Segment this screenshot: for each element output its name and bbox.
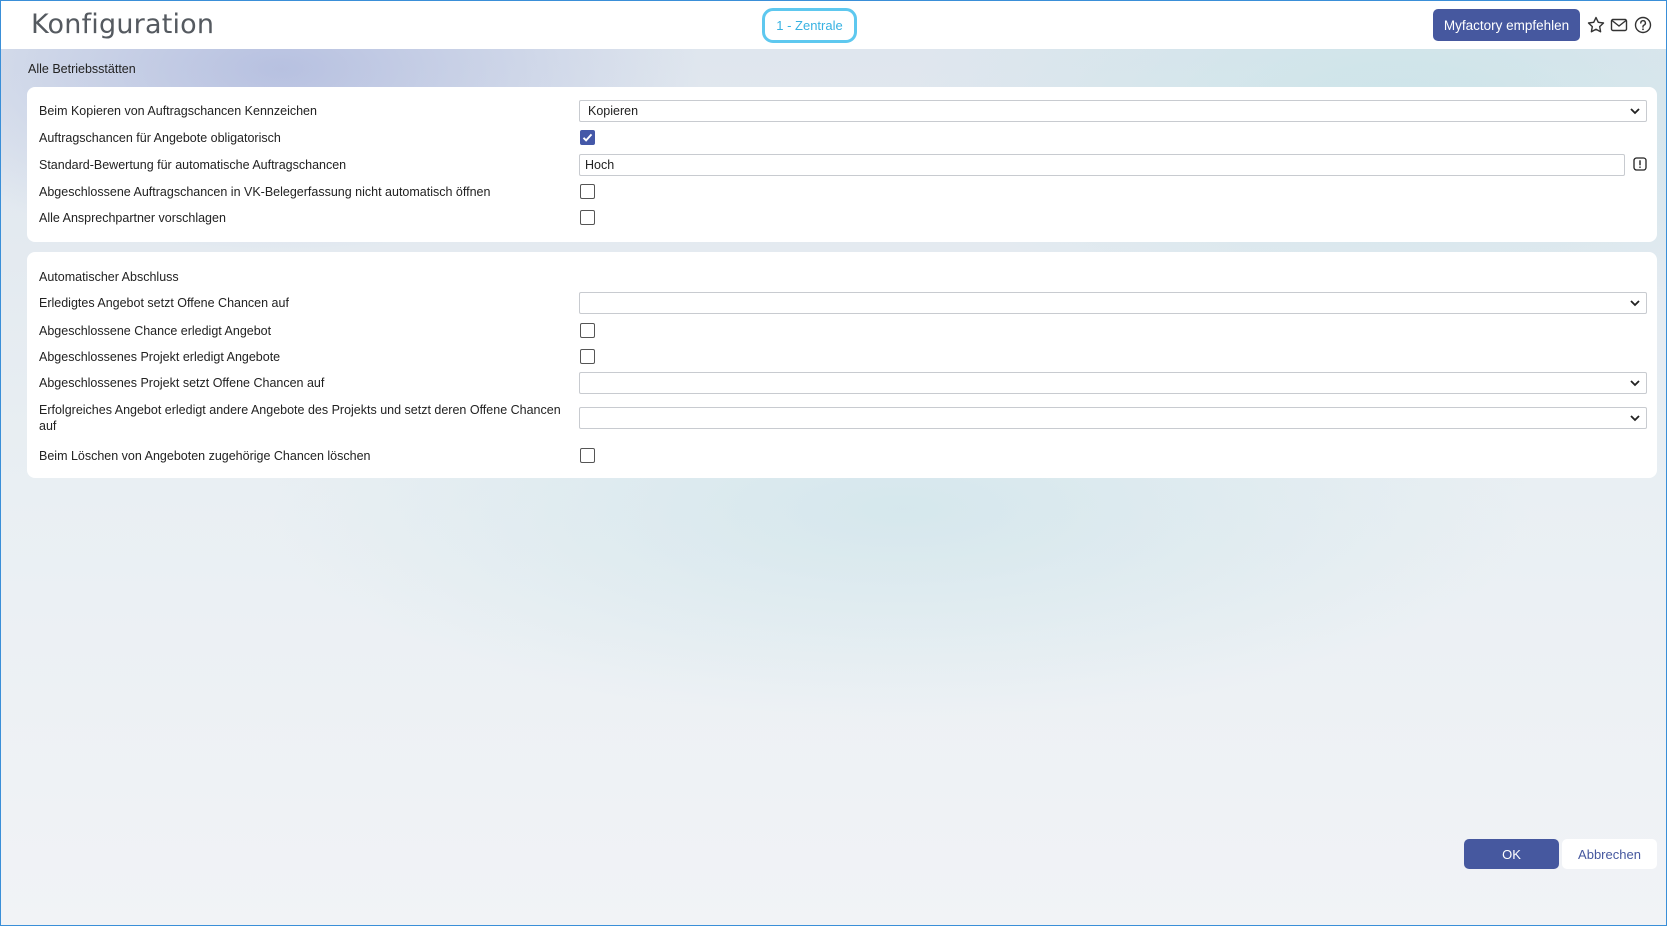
setting-label: Abgeschlossenes Projekt setzt Offene Cha… — [39, 376, 325, 390]
setting-label: Erfolgreiches Angebot erledigt andere An… — [39, 403, 561, 433]
setting-label: Beim Kopieren von Auftragschancen Kennze… — [39, 104, 317, 118]
all-contacts-checkbox[interactable] — [580, 210, 595, 225]
recommend-button[interactable]: Myfactory empfehlen — [1433, 9, 1580, 41]
panel-heading: Automatischer Abschluss — [39, 270, 179, 284]
ok-button[interactable]: OK — [1464, 839, 1559, 869]
setting-row: Alle Ansprechpartner vorschlagen — [39, 205, 1649, 231]
star-icon[interactable] — [1586, 15, 1606, 35]
setting-row: Abgeschlossene Auftragschancen in VK-Bel… — [39, 179, 1649, 205]
setting-row: Beim Löschen von Angeboten zugehörige Ch… — [39, 443, 1649, 469]
setting-label: Auftragschancen für Angebote obligatoris… — [39, 131, 281, 145]
completed-offer-select[interactable] — [579, 292, 1647, 314]
auto-close-panel: Automatischer Abschluss Erledigtes Angeb… — [27, 252, 1657, 478]
section-label: Alle Betriebsstätten — [28, 62, 136, 76]
mandatory-chances-checkbox[interactable] — [580, 130, 595, 145]
setting-row: Erledigtes Angebot setzt Offene Chancen … — [39, 290, 1649, 316]
setting-row: Auftragschancen für Angebote obligatoris… — [39, 125, 1649, 151]
closed-chance-checkbox[interactable] — [580, 323, 595, 338]
alert-icon[interactable] — [1633, 157, 1647, 171]
setting-label: Alle Ansprechpartner vorschlagen — [39, 211, 226, 225]
mail-icon[interactable] — [1609, 15, 1629, 35]
copy-flag-select[interactable]: Kopieren — [579, 100, 1647, 122]
setting-label: Abgeschlossene Auftragschancen in VK-Bel… — [39, 185, 491, 199]
successful-offer-select[interactable] — [579, 407, 1647, 429]
chevron-down-icon — [1630, 415, 1640, 422]
help-icon[interactable] — [1633, 15, 1653, 35]
content-area: Alle Betriebsstätten Beim Kopieren von A… — [1, 49, 1666, 925]
delete-chances-checkbox[interactable] — [580, 448, 595, 463]
general-settings-panel: Beim Kopieren von Auftragschancen Kennze… — [27, 87, 1657, 242]
config-window: Konfiguration 1 - Zentrale Myfactory emp… — [0, 0, 1667, 926]
closed-chances-checkbox[interactable] — [580, 184, 595, 199]
setting-row: Abgeschlossenes Projekt setzt Offene Cha… — [39, 370, 1649, 396]
select-value: Kopieren — [588, 104, 639, 118]
header-bar: Konfiguration 1 - Zentrale Myfactory emp… — [1, 1, 1666, 49]
checkmark-icon — [582, 133, 593, 142]
setting-label: Abgeschlossene Chance erledigt Angebot — [39, 324, 272, 338]
setting-row: Erfolgreiches Angebot erledigt andere An… — [39, 397, 1649, 437]
closed-project-checkbox[interactable] — [580, 349, 595, 364]
setting-row: Standard-Bewertung für automatische Auft… — [39, 152, 1649, 178]
page-title: Konfiguration — [31, 9, 215, 40]
chevron-down-icon — [1630, 300, 1640, 307]
setting-label: Abgeschlossenes Projekt erledigt Angebot… — [39, 350, 281, 364]
setting-row: Beim Kopieren von Auftragschancen Kennze… — [39, 98, 1649, 124]
setting-label: Beim Löschen von Angeboten zugehörige Ch… — [39, 449, 371, 463]
setting-row: Abgeschlossenes Projekt erledigt Angebot… — [39, 344, 1649, 370]
default-rating-input[interactable]: Hoch — [579, 154, 1625, 176]
closed-project-select[interactable] — [579, 372, 1647, 394]
site-selector[interactable]: 1 - Zentrale — [762, 8, 857, 43]
setting-row: Abgeschlossene Chance erledigt Angebot — [39, 318, 1649, 344]
chevron-down-icon — [1630, 108, 1640, 115]
input-value: Hoch — [585, 158, 615, 172]
cancel-button[interactable]: Abbrechen — [1562, 839, 1657, 869]
chevron-down-icon — [1630, 380, 1640, 387]
setting-label: Standard-Bewertung für automatische Auft… — [39, 158, 347, 172]
setting-label: Erledigtes Angebot setzt Offene Chancen … — [39, 296, 289, 310]
